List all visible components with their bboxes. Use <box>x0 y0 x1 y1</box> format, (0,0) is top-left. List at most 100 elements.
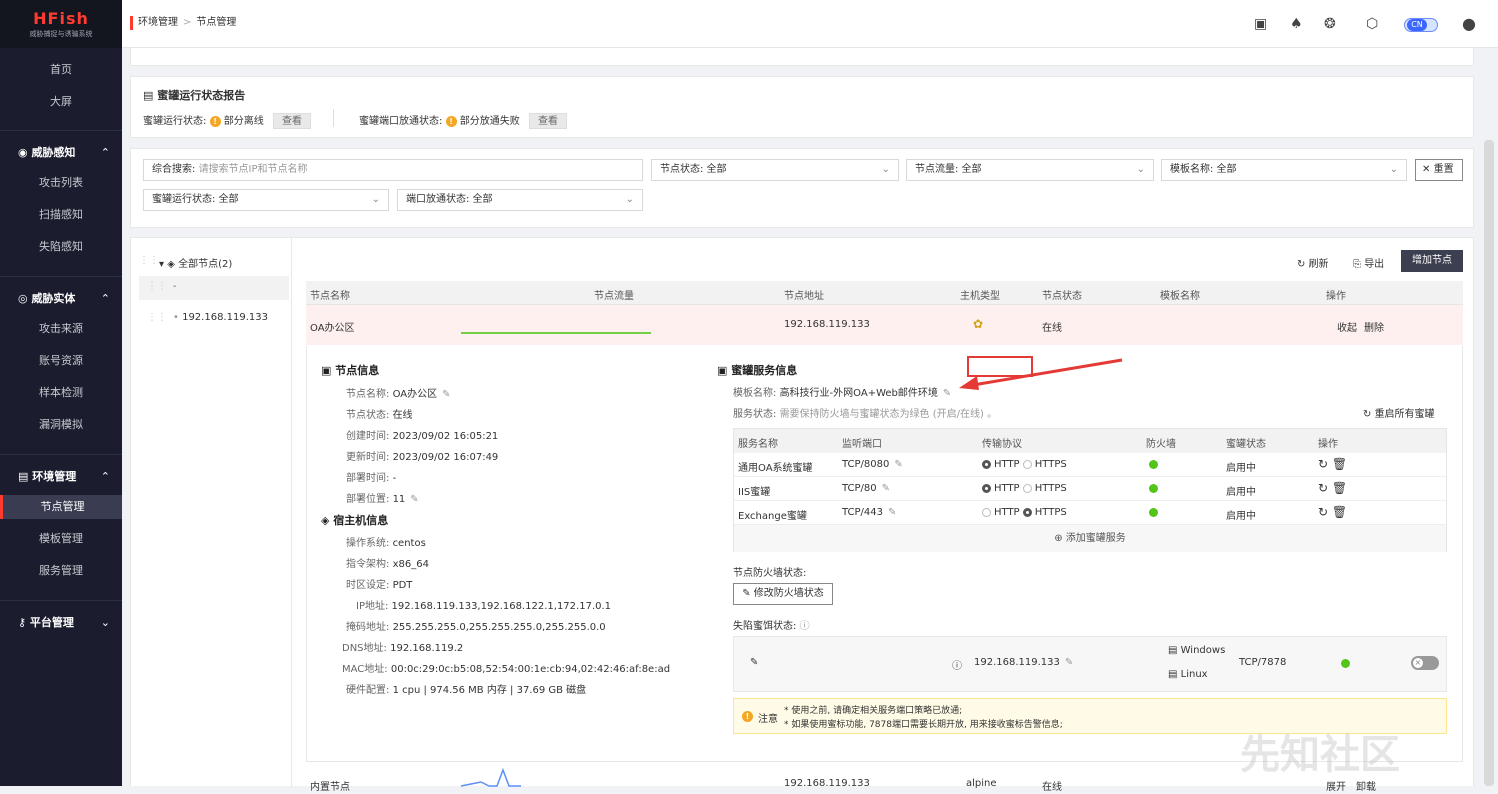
search-input[interactable]: 综合搜索: 请搜索节点IP和节点名称 <box>143 159 643 181</box>
add-service-button[interactable]: ⊕ 添加蜜罐服务 <box>734 525 1446 552</box>
sidebar-item-samples[interactable]: 样本检测 <box>0 381 122 405</box>
edit-icon[interactable]: ✎ <box>894 459 902 470</box>
node-traffic-select[interactable]: 节点流量: 全部 ⌄ <box>906 159 1154 181</box>
view-port-status-button[interactable]: 查看 <box>528 113 567 129</box>
tree-item-node[interactable]: • 192.168.119.133 <box>173 312 268 323</box>
restart-icon[interactable]: ↻ <box>1318 457 1328 471</box>
edit-icon[interactable]: ✎ <box>1065 657 1073 668</box>
service-info-title: 蜜罐服务信息 <box>731 364 798 377</box>
sidebar-item-vuln-sim[interactable]: 漏洞模拟 <box>0 413 122 437</box>
rocket-icon[interactable]: ♠ <box>1290 16 1303 32</box>
table-header: 节点名称 节点流量 节点地址 主机类型 节点状态 模板名称 操作 <box>306 281 1463 305</box>
protocol-radio[interactable]: HTTP HTTPS <box>982 483 1067 495</box>
edit-icon[interactable]: ✎ <box>888 507 896 518</box>
breadcrumb-parent[interactable]: 环境管理 <box>138 17 178 28</box>
tree-root[interactable]: ▾ ◈ 全部节点(2) <box>159 255 232 270</box>
protocol-radio[interactable]: HTTP HTTPS <box>982 507 1067 519</box>
breadcrumb: 环境管理 > 节点管理 <box>130 16 236 30</box>
host-type-icon: ✿ <box>973 317 984 331</box>
trash-icon[interactable]: 🗑 <box>1332 505 1347 519</box>
notice-label: 注意 <box>758 714 778 725</box>
table-row[interactable]: OA办公区 192.168.119.133 ✿ 在线 收起 删除 <box>306 305 1463 345</box>
delete-link[interactable]: 删除 <box>1364 319 1384 334</box>
edit-icon[interactable]: ✎ <box>943 388 951 399</box>
edit-icon[interactable]: ✎ <box>750 657 758 668</box>
windows-option[interactable]: ▤ Windows <box>1168 645 1225 656</box>
refresh-icon: ↻ <box>1297 259 1309 270</box>
brand-name: HFish <box>33 9 89 28</box>
firewall-status-dot <box>1149 508 1158 517</box>
sidebar-group-threat-perception[interactable]: ◉ 威胁感知 ⌃ <box>0 141 122 165</box>
sidebar-divider <box>0 600 122 601</box>
sidebar-item-node-mgmt[interactable]: 节点管理 <box>0 495 122 519</box>
topbar: 环境管理 > 节点管理 ▣ ♠ ❂ ⬡ CN ● <box>122 0 1498 48</box>
caret-down-icon: ▾ <box>159 259 168 270</box>
brand-subtitle: 威胁捕捉与诱骗系统 <box>29 30 93 38</box>
tree-item-selected[interactable]: ⋮⋮ - <box>139 276 289 300</box>
protocol-radio[interactable]: HTTP HTTPS <box>982 459 1067 471</box>
restart-all-button[interactable]: ↻ 重启所有蜜罐 <box>1363 405 1435 420</box>
edit-icon[interactable]: ✎ <box>410 494 418 505</box>
logo[interactable]: HFish 威胁捕捉与诱骗系统 <box>0 0 122 48</box>
avatar[interactable]: ● <box>1462 14 1476 33</box>
help-icon[interactable]: ⓘ <box>952 657 962 672</box>
wechat-icon[interactable]: ❂ <box>1324 16 1336 32</box>
target-icon: ◎ <box>18 292 32 305</box>
scrollbar-thumb[interactable] <box>1484 140 1494 786</box>
shield-icon[interactable]: ⬡ <box>1366 16 1378 32</box>
view-run-status-button[interactable]: 查看 <box>272 113 311 129</box>
help-icon[interactable]: ⓘ <box>800 621 810 632</box>
sidebar: HFish 威胁捕捉与诱骗系统 首页 大屏 ◉ 威胁感知 ⌃ 攻击列表 扫描感知 … <box>0 0 122 786</box>
sidebar-divider <box>0 276 122 277</box>
report-icon: ▤ <box>143 89 158 102</box>
host-info-title: 宿主机信息 <box>333 514 389 527</box>
chevron-down-icon: ⌄ <box>100 616 110 629</box>
language-toggle[interactable]: CN <box>1404 18 1438 32</box>
node-tree: ⋮⋮ ▾ ◈ 全部节点(2) ⋮⋮ - ⋮⋮ • 192.168.119.133 <box>131 238 292 787</box>
trap-toggle[interactable]: × <box>1411 656 1439 670</box>
sidebar-group-env-mgmt[interactable]: ▤ 环境管理 ⌃ <box>0 465 122 489</box>
drag-handle-icon[interactable]: ⋮⋮ <box>147 312 167 323</box>
linux-option[interactable]: ▤ Linux <box>1168 669 1208 680</box>
restart-icon[interactable]: ↻ <box>1318 505 1328 519</box>
sidebar-group-platform[interactable]: ⚷ 平台管理 ⌄ <box>0 611 122 635</box>
template-value: 高科技行业-外网OA+Web邮件环境 <box>779 388 938 399</box>
modify-firewall-button[interactable]: ✎ 修改防火墙状态 <box>733 583 833 605</box>
trash-icon[interactable]: 🗑 <box>1332 481 1347 495</box>
sidebar-item-home[interactable]: 首页 <box>0 58 122 82</box>
sidebar-group-threat-entity[interactable]: ◎ 威胁实体 ⌃ <box>0 287 122 311</box>
reset-button[interactable]: ✕ 重置 <box>1415 159 1463 181</box>
trap-status-label: 失陷蜜饵状态: <box>733 621 797 632</box>
edit-icon[interactable]: ✎ <box>882 483 890 494</box>
service-row: IIS蜜罐 TCP/80 ✎ HTTP HTTPS 启用中 ↻ 🗑 <box>734 477 1446 501</box>
code-icon: ▣ <box>717 364 732 377</box>
sidebar-item-attack-list[interactable]: 攻击列表 <box>0 171 122 195</box>
sidebar-item-scan[interactable]: 扫描感知 <box>0 203 122 227</box>
edit-icon[interactable]: ✎ <box>442 389 450 400</box>
template-select[interactable]: 模板名称: 全部 ⌄ <box>1161 159 1407 181</box>
sidebar-item-compromise[interactable]: 失陷感知 <box>0 235 122 259</box>
warning-icon: ! <box>209 115 221 127</box>
trash-icon[interactable]: 🗑 <box>1332 457 1347 471</box>
port-status-select[interactable]: 端口放通状态: 全部 ⌄ <box>397 189 643 211</box>
drag-handle-icon[interactable]: ⋮⋮ <box>139 255 159 266</box>
honeypot-status-select[interactable]: 蜜罐运行状态: 全部 ⌄ <box>143 189 389 211</box>
run-status-label: 蜜罐运行状态: <box>143 116 207 127</box>
book-icon[interactable]: ▣ <box>1254 16 1267 32</box>
export-button[interactable]: ⎘ 导出 <box>1353 255 1384 270</box>
refresh-button[interactable]: ↻ 刷新 <box>1297 255 1329 270</box>
filter-panel: 综合搜索: 请搜索节点IP和节点名称 节点状态: 全部 ⌄ 节点流量: 全部 ⌄ 模… <box>130 148 1474 228</box>
service-table: 服务名称 监听端口 传输协议 防火墙 蜜罐状态 操作 通用OA系统蜜罐 TCP/… <box>733 428 1447 552</box>
sidebar-item-accounts[interactable]: 账号资源 <box>0 349 122 373</box>
sidebar-item-attack-source[interactable]: 攻击来源 <box>0 317 122 341</box>
firewall-status-dot <box>1149 484 1158 493</box>
node-status-select[interactable]: 节点状态: 全部 ⌄ <box>651 159 899 181</box>
sidebar-item-template-mgmt[interactable]: 模板管理 <box>0 527 122 551</box>
sidebar-item-screen[interactable]: 大屏 <box>0 90 122 114</box>
sidebar-item-service-mgmt[interactable]: 服务管理 <box>0 559 122 583</box>
add-node-button[interactable]: 增加节点 <box>1401 250 1463 272</box>
collapse-link[interactable]: 收起 <box>1337 319 1357 334</box>
trap-ip: 192.168.119.133 <box>974 657 1060 668</box>
restart-icon[interactable]: ↻ <box>1318 481 1328 495</box>
trap-panel: ✎ ⓘ 192.168.119.133 ✎ ▤ Windows ▤ Linux T… <box>733 636 1447 692</box>
